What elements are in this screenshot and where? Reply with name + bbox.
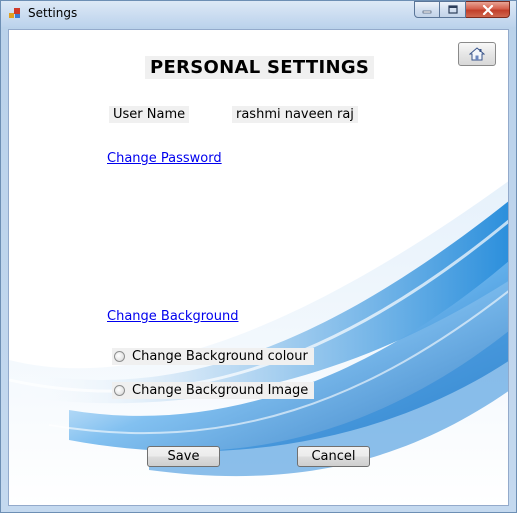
home-icon bbox=[469, 47, 485, 61]
home-button[interactable] bbox=[458, 42, 496, 66]
close-icon bbox=[482, 4, 493, 15]
change-background-link[interactable]: Change Background bbox=[107, 309, 238, 324]
minimize-icon bbox=[422, 10, 432, 13]
title-bar[interactable]: Settings bbox=[1, 1, 516, 27]
settings-window: Settings PERSONAL SETTINGS User Name ras… bbox=[0, 0, 517, 513]
close-button[interactable] bbox=[466, 1, 510, 18]
settings-panel: PERSONAL SETTINGS User Name rashmi navee… bbox=[8, 29, 509, 506]
radio-button-icon[interactable] bbox=[114, 351, 125, 362]
radio-button-icon[interactable] bbox=[114, 385, 125, 396]
user-name-label: User Name bbox=[109, 106, 190, 123]
radio-change-background-image[interactable]: Change Background Image bbox=[112, 382, 315, 399]
window-title: Settings bbox=[28, 6, 78, 20]
radio-label: Change Background colour bbox=[132, 349, 308, 364]
window-controls bbox=[414, 1, 510, 19]
app-icon bbox=[9, 8, 20, 18]
maximize-button[interactable] bbox=[440, 1, 466, 18]
save-button[interactable]: Save bbox=[147, 446, 220, 467]
minimize-button[interactable] bbox=[414, 1, 440, 18]
maximize-icon bbox=[447, 5, 458, 14]
change-password-link[interactable]: Change Password bbox=[107, 151, 222, 166]
user-name-value: rashmi naveen raj bbox=[232, 106, 358, 123]
radio-change-background-colour[interactable]: Change Background colour bbox=[112, 348, 314, 365]
page-title: PERSONAL SETTINGS bbox=[145, 56, 375, 79]
radio-label: Change Background Image bbox=[132, 383, 309, 398]
cancel-button[interactable]: Cancel bbox=[297, 446, 370, 467]
background-swoosh bbox=[9, 181, 508, 505]
